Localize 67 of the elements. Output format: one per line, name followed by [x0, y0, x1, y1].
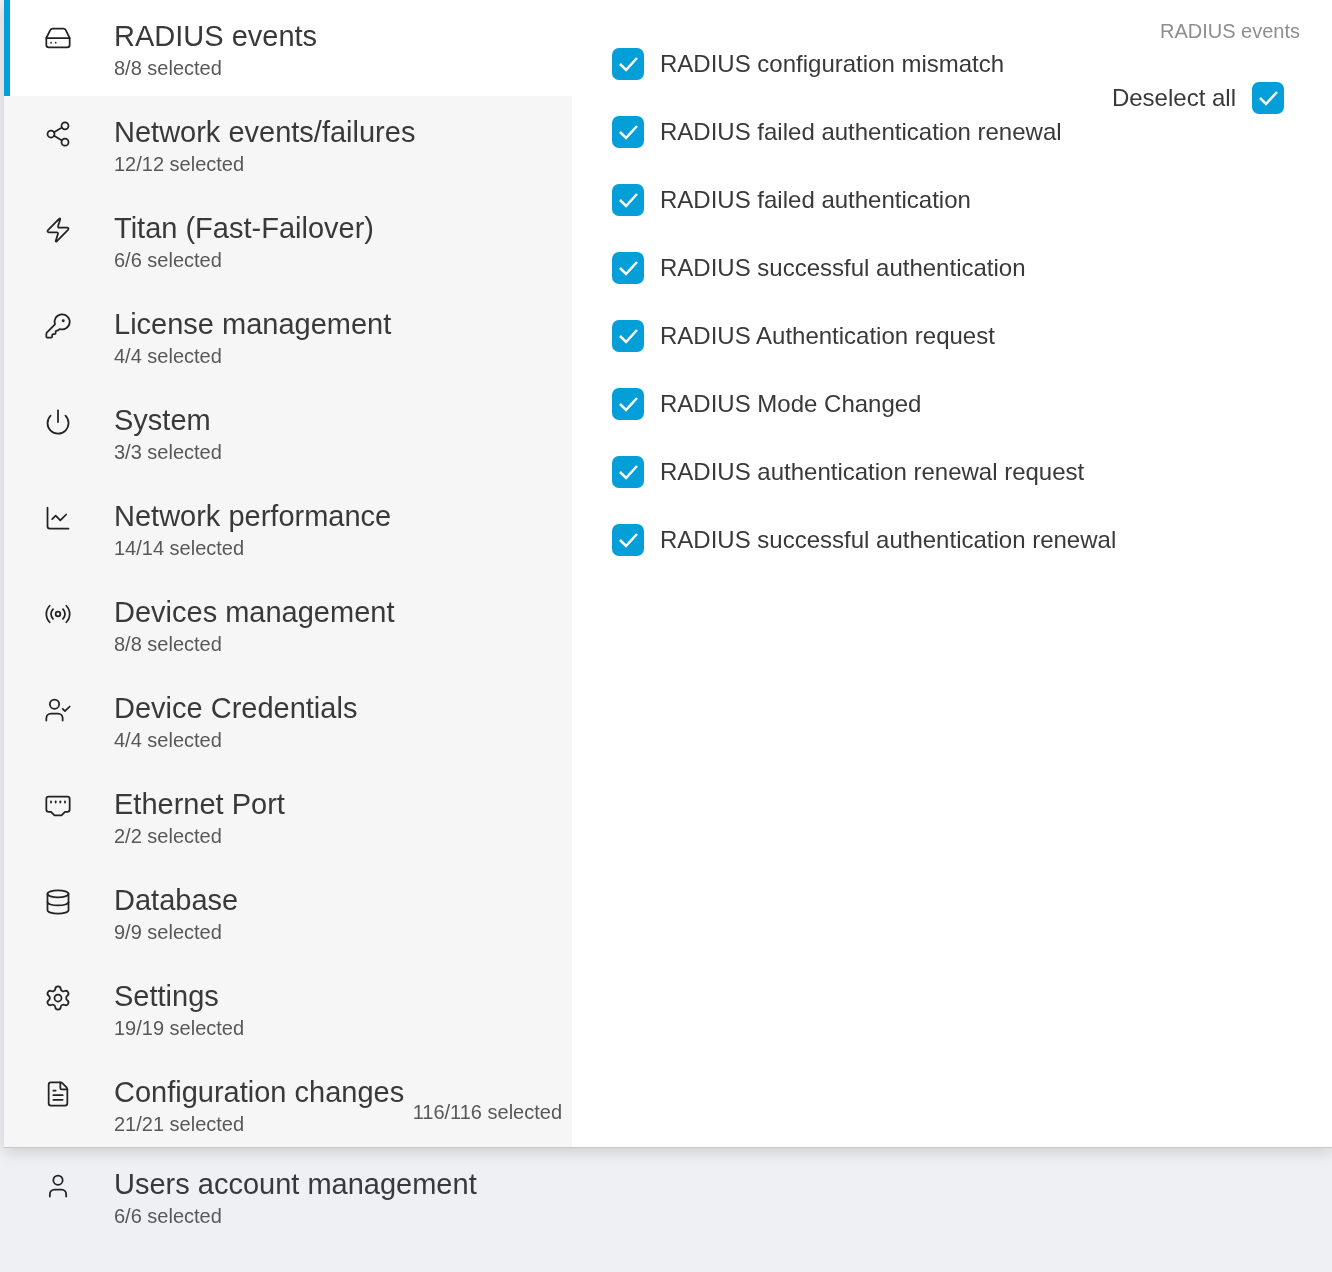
deselect-all-checkbox[interactable]: [1252, 82, 1284, 114]
event-label: RADIUS failed authentication: [660, 185, 971, 215]
category-count: 6/6 selected: [114, 248, 223, 272]
category-title: Network events/failures: [114, 116, 416, 148]
event-label: RADIUS successful authentication: [660, 253, 1026, 283]
share-icon: [44, 120, 72, 148]
category-count: 6/6 selected: [114, 1204, 223, 1228]
category-item[interactable]: Devices management 8/8 selected: [4, 576, 395, 672]
line-chart-icon: [44, 504, 72, 532]
key-icon: [44, 312, 72, 340]
category-item[interactable]: Settings 19/19 selected: [4, 960, 245, 1056]
category-item[interactable]: Titan (Fast-Failover) 6/6 selected: [4, 192, 374, 288]
category-item[interactable]: System 3/3 selected: [4, 384, 222, 480]
category-count: 19/19 selected: [114, 1016, 245, 1040]
category-item[interactable]: Users account management 6/6 selected: [4, 1148, 477, 1244]
category-title: License management: [114, 308, 392, 340]
event-checkbox[interactable]: [612, 252, 644, 284]
event-checkbox[interactable]: [612, 184, 644, 216]
settings-icon: [44, 984, 72, 1012]
category-title: Ethernet Port: [114, 788, 285, 820]
event-checkbox[interactable]: [612, 48, 644, 80]
event-label: RADIUS Authentication request: [660, 321, 995, 351]
category-count: 12/12 selected: [114, 152, 246, 176]
category-title: Database: [114, 884, 239, 916]
category-title: Device Credentials: [114, 692, 358, 724]
category-title: Titan (Fast-Failover): [114, 212, 374, 244]
event-checkbox[interactable]: [612, 116, 644, 148]
event-label: RADIUS successful authentication renewal: [660, 525, 1117, 555]
category-title: System: [114, 404, 212, 436]
category-title: Network performance: [114, 500, 392, 532]
category-count: 8/8 selected: [114, 632, 223, 656]
category-title: Settings: [114, 980, 220, 1012]
category-count: 4/4 selected: [114, 344, 223, 368]
lightning-icon: [44, 216, 72, 244]
event-checkbox[interactable]: [612, 388, 644, 420]
power-icon: [44, 408, 72, 436]
event-label: RADIUS authentication renewal request: [660, 457, 1085, 487]
database-icon: [44, 888, 72, 916]
category-count: 14/14 selected: [114, 536, 246, 560]
category-item[interactable]: License management 4/4 selected: [4, 288, 392, 384]
category-item[interactable]: Network events/failures 12/12 selected: [4, 96, 416, 192]
total-count: 116/116 selected: [412, 1100, 562, 1125]
category-item[interactable]: Ethernet Port 2/2 selected: [4, 768, 285, 864]
category-item[interactable]: Database 9/9 selected: [4, 864, 239, 960]
category-title: Devices management: [114, 596, 395, 628]
category-count: 8/8 selected: [114, 56, 223, 80]
event-label: RADIUS failed authentication renewal: [660, 117, 1062, 147]
category-item[interactable]: Configuration changes 21/21 selected: [4, 1056, 405, 1147]
user-check-icon: [44, 696, 72, 724]
category-count: 9/9 selected: [114, 920, 223, 944]
category-item[interactable]: Network performance 14/14 selected: [4, 480, 392, 576]
category-item[interactable]: Device Credentials 4/4 selected: [4, 672, 358, 768]
panel-title: RADIUS events: [1159, 19, 1300, 44]
category-count: 4/4 selected: [114, 728, 223, 752]
category-item[interactable]: RADIUS events 8/8 selected: [4, 0, 572, 96]
category-count: 3/3 selected: [114, 440, 222, 464]
deselect-all-label: Deselect all: [1111, 83, 1236, 113]
category-title: RADIUS events: [114, 20, 318, 52]
category-title: Configuration changes: [114, 1076, 405, 1108]
category-count: 21/21 selected: [114, 1112, 246, 1136]
category-title: Users account management: [114, 1168, 477, 1200]
category-count: 2/2 selected: [114, 824, 223, 848]
event-label: RADIUS Mode Changed: [660, 389, 922, 419]
event-label: RADIUS configuration mismatch: [660, 49, 1005, 79]
event-checkbox[interactable]: [612, 524, 644, 556]
event-checkbox[interactable]: [612, 456, 644, 488]
event-checkbox[interactable]: [612, 320, 644, 352]
